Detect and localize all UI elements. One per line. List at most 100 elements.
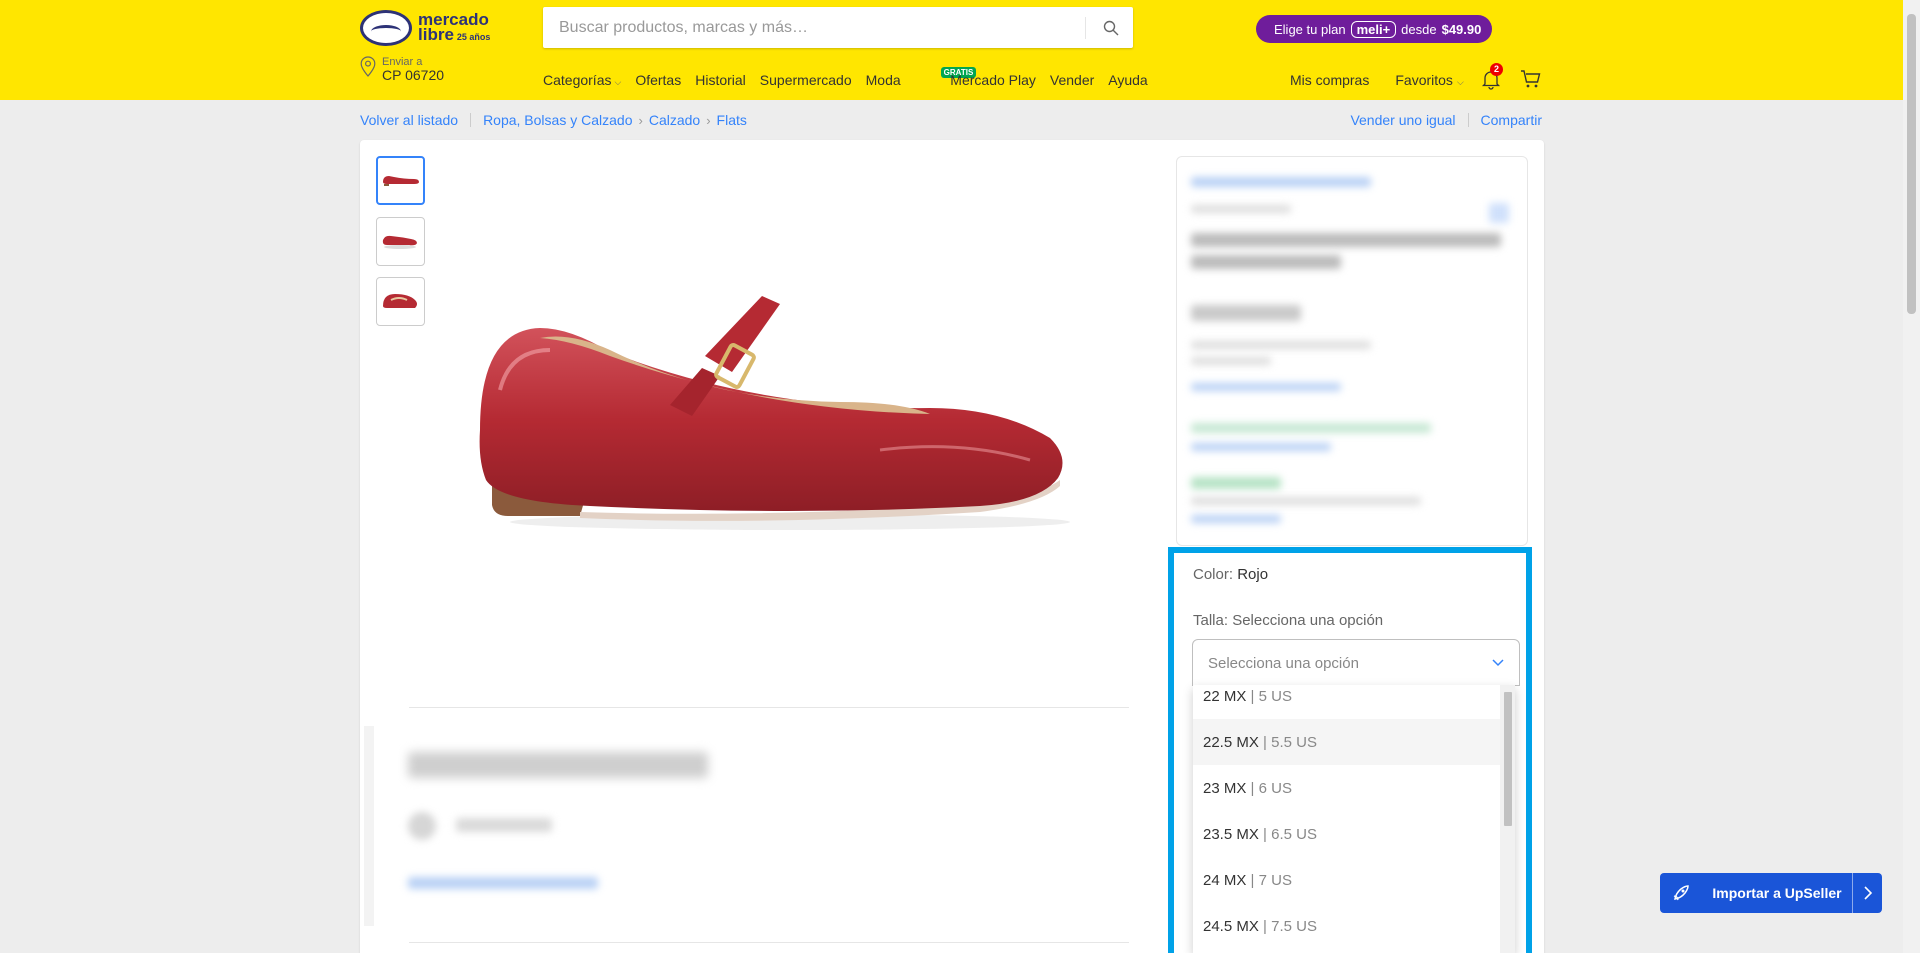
nav-ayuda[interactable]: Ayuda <box>1108 72 1147 88</box>
size-option[interactable]: 23.5 MX | 6.5 US <box>1193 811 1500 857</box>
shoe-thumbnail-image <box>383 176 419 186</box>
nav-historial[interactable]: Historial <box>695 72 746 88</box>
rocket-icon <box>1660 884 1702 902</box>
nav-supermercado[interactable]: Supermercado <box>760 72 852 88</box>
section-edge <box>364 726 374 926</box>
meli-plus-promo[interactable]: Elige tu plan meli+ desde $49.90 <box>1256 15 1492 43</box>
search-input[interactable] <box>543 7 1083 48</box>
chevron-right-icon: › <box>638 112 643 128</box>
nav-mercado-play[interactable]: GRATISMercado Play <box>915 67 1036 88</box>
nav-categorias[interactable]: Categorías ⌵ <box>543 72 621 88</box>
main-nav: Categorías ⌵ Ofertas Historial Supermerca… <box>543 67 1148 88</box>
size-option-mx: 23 MX <box>1203 779 1247 797</box>
section-divider <box>409 942 1129 943</box>
thumbnail-3[interactable] <box>376 277 425 326</box>
section-divider <box>409 707 1129 708</box>
ship-postal-code: CP 06720 <box>382 67 445 83</box>
size-option[interactable]: 24.5 MX | 7.5 US <box>1193 903 1500 949</box>
user-nav: Mis compras Favoritos ⌵ <box>1290 72 1464 88</box>
dropdown-scrollbar-thumb[interactable] <box>1504 692 1512 826</box>
notification-badge: 2 <box>1490 63 1503 76</box>
cart-icon[interactable] <box>1519 67 1543 91</box>
blurred-link <box>408 877 598 889</box>
chevron-down-icon: ⌵ <box>614 77 622 87</box>
size-select-value: Selecciona una opción <box>1208 655 1359 672</box>
purchase-box-blurred <box>1176 156 1528 546</box>
color-label: Color: <box>1193 566 1234 583</box>
search-button[interactable] <box>1089 7 1133 48</box>
blurred-line <box>1191 341 1371 349</box>
chevron-down-icon <box>1492 659 1504 667</box>
page-actions: Vender uno igual Compartir <box>1350 112 1542 128</box>
logo-wordmark: mercado libre 25 años <box>418 11 491 45</box>
size-option[interactable]: 23 MX | 6 US <box>1193 765 1500 811</box>
size-option[interactable]: 22 MX | 5 US <box>1193 685 1500 719</box>
logo-line-2: libre <box>418 24 454 44</box>
actions-divider <box>1467 113 1469 127</box>
page-scrollbar[interactable] <box>1903 0 1920 953</box>
size-select[interactable]: Selecciona una opción <box>1192 639 1520 686</box>
breadcrumb: Volver al listado Ropa, Bolsas y Calzado… <box>360 112 747 128</box>
promo-price: $49.90 <box>1441 21 1482 37</box>
nav-mercado-play-label: Mercado Play <box>950 72 1036 88</box>
blurred-feature-icon <box>408 812 436 840</box>
back-to-list-link[interactable]: Volver al listado <box>360 112 458 128</box>
favoritos-link[interactable]: Favoritos ⌵ <box>1395 72 1463 88</box>
blurred-line <box>1191 255 1341 269</box>
sell-same-link[interactable]: Vender uno igual <box>1350 112 1455 128</box>
size-option-us: | 7 US <box>1250 871 1292 889</box>
blurred-line <box>1191 233 1501 247</box>
blurred-line <box>1191 383 1341 391</box>
promo-prefix: Elige tu plan <box>1274 21 1346 37</box>
blurred-line <box>1191 177 1371 187</box>
blurred-line <box>1191 497 1421 505</box>
thumbnail-1[interactable] <box>376 156 425 205</box>
breadcrumb-item[interactable]: Flats <box>717 112 747 128</box>
search-icon <box>1103 20 1119 35</box>
breadcrumb-item[interactable]: Ropa, Bolsas y Calzado <box>483 112 632 128</box>
size-option[interactable]: 22.5 MX | 5.5 US <box>1193 719 1500 765</box>
size-value: Selecciona una opción <box>1232 612 1384 629</box>
shoe-thumbnail-image <box>383 294 417 308</box>
size-option-us: | 5.5 US <box>1263 733 1317 751</box>
thumbnail-2[interactable] <box>376 217 425 266</box>
nav-ofertas[interactable]: Ofertas <box>635 72 681 88</box>
logo-anniversary: 25 años <box>456 31 491 42</box>
mis-compras-link[interactable]: Mis compras <box>1290 72 1369 88</box>
handshake-logo-icon <box>360 10 412 46</box>
nav-categorias-label: Categorías <box>543 72 612 88</box>
size-option-mx: 23.5 MX <box>1203 825 1259 843</box>
product-main-image[interactable] <box>460 290 1120 550</box>
size-option-mx: 22.5 MX <box>1203 733 1259 751</box>
meli-plus-badge: meli+ <box>1350 20 1397 38</box>
size-option-us: | 7.5 US <box>1263 917 1317 935</box>
chevron-right-icon[interactable] <box>1852 873 1882 913</box>
blurred-line <box>1191 515 1281 523</box>
page-scrollbar-thumb[interactable] <box>1907 14 1916 314</box>
share-link[interactable]: Compartir <box>1481 112 1542 128</box>
upseller-import-button[interactable]: Importar a UpSeller <box>1660 873 1882 913</box>
blurred-section-title <box>408 752 708 778</box>
nav-vender[interactable]: Vender <box>1050 72 1094 88</box>
size-selector-label: Talla: Selecciona una opción <box>1193 612 1383 629</box>
location-pin-icon <box>360 56 376 77</box>
breadcrumb-divider <box>470 113 472 127</box>
size-option-us: | 6 US <box>1250 779 1292 797</box>
size-option[interactable]: 24 MX | 7 US <box>1193 857 1500 903</box>
shoe-thumbnail-image <box>382 235 417 249</box>
size-option-us: | 5 US <box>1250 687 1292 705</box>
nav-moda[interactable]: Moda <box>866 72 901 88</box>
chevron-right-icon: › <box>706 112 711 128</box>
promo-middle: desde <box>1401 21 1437 37</box>
size-label: Talla: <box>1193 612 1229 629</box>
search-bar <box>543 7 1133 48</box>
mercado-libre-logo[interactable]: mercado libre 25 años <box>360 9 500 47</box>
blurred-line <box>1191 305 1301 321</box>
search-separator <box>1085 17 1086 39</box>
size-options-list: 22 MX | 5 US 22.5 MX | 5.5 US 23 MX | 6 … <box>1193 685 1515 953</box>
chevron-down-icon: ⌵ <box>1456 77 1464 87</box>
breadcrumb-item[interactable]: Calzado <box>649 112 700 128</box>
blurred-feature-text <box>456 818 552 832</box>
shipping-location[interactable]: Enviar a CP 06720 <box>360 56 444 82</box>
blurred-line <box>1191 357 1271 365</box>
